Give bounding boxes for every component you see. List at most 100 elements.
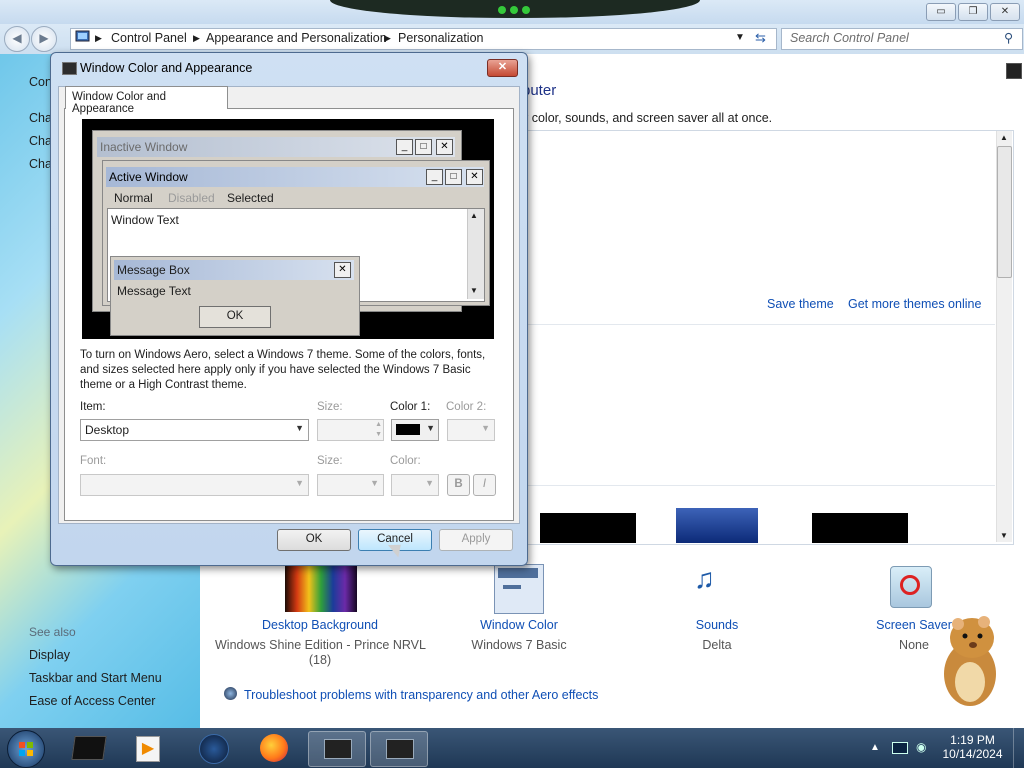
refresh-icon[interactable]: ⇆ (755, 30, 766, 46)
troubleshoot-icon (224, 687, 237, 700)
ok-button[interactable]: OK (277, 529, 351, 551)
window-color-icon[interactable] (494, 564, 544, 614)
divider (513, 324, 995, 325)
bold-toggle[interactable]: B (447, 474, 470, 496)
dropdown-arrow-icon: ▼ (481, 423, 490, 433)
font-label: Font: (80, 455, 107, 467)
troubleshoot-link[interactable]: Troubleshoot problems with transparency … (244, 688, 598, 702)
message-box-title: Message Box (117, 263, 190, 277)
tab-label: Window Color and Appearance (72, 91, 166, 115)
sounds-value: Delta (702, 638, 732, 652)
item-select[interactable]: Desktop ▼ (80, 419, 309, 441)
taskbar-media-player[interactable]: ▶ (120, 731, 176, 765)
dialog-close-button[interactable]: ✕ (487, 59, 518, 77)
desktop-background-icon[interactable] (285, 562, 357, 612)
window-text: Window Text (111, 213, 179, 227)
active-window-title: Active Window (109, 170, 188, 184)
search-icon[interactable]: ⚲ (1004, 30, 1013, 45)
hamster-mascot-image (932, 612, 1004, 708)
menu-disabled: Disabled (168, 191, 215, 205)
theme-list (512, 130, 1014, 545)
inactive-window-titlebar: Inactive Window _ □ ✕ (97, 137, 455, 157)
font-size-select[interactable]: ▼ (317, 474, 384, 496)
display-link[interactable]: Display (29, 648, 70, 662)
dropdown-arrow-icon: ▼ (425, 478, 434, 488)
dropdown-arrow-icon: ▼ (295, 478, 304, 488)
volume-icon[interactable]: ◉ (916, 740, 926, 754)
message-text: Message Text (117, 284, 191, 298)
address-dropdown-icon[interactable]: ▼ (735, 32, 745, 43)
scroll-down-icon[interactable]: ▼ (1000, 531, 1008, 540)
window-color-link[interactable]: Window Color (469, 618, 569, 632)
search-box[interactable]: Search Control Panel ⚲ (781, 28, 1023, 50)
taskbar-app-globe[interactable] (185, 731, 241, 765)
see-also-heading: See also (29, 625, 76, 639)
message-ok-button[interactable]: OK (199, 306, 271, 328)
left-pane-link[interactable]: Cha (29, 157, 52, 171)
start-button[interactable] (7, 730, 45, 768)
search-input[interactable]: Search Control Panel (790, 31, 909, 45)
item-label: Item: (80, 401, 106, 413)
taskbar-explorer-app[interactable] (61, 731, 117, 765)
maximize-icon: □ (445, 169, 462, 185)
taskbar-personalization-window[interactable] (308, 731, 366, 767)
taskbar-window-color-dialog[interactable] (370, 731, 428, 767)
sounds-link[interactable]: Sounds (677, 618, 757, 632)
scroll-up-icon[interactable]: ▲ (1000, 133, 1008, 142)
forward-button[interactable]: ▶ (31, 26, 57, 52)
left-pane-link[interactable]: Cha (29, 111, 52, 125)
back-button[interactable]: ◀ (4, 26, 30, 52)
color1-swatch (396, 424, 420, 435)
tab-window-color[interactable]: Window Color and Appearance (65, 86, 228, 115)
address-bar[interactable]: ▶ Control Panel ▶ Appearance and Persona… (70, 28, 777, 50)
divider (513, 485, 995, 486)
font-size-label: Size: (317, 455, 343, 467)
sounds-icon[interactable]: ♫ (694, 563, 715, 595)
clock-date: 10/14/2024 (942, 747, 1003, 761)
aero-info-text: To turn on Windows Aero, select a Window… (80, 349, 486, 391)
color2-picker[interactable]: ▼ (447, 419, 495, 441)
maximize-icon: □ (415, 139, 432, 155)
theme-thumbnail[interactable] (540, 513, 636, 543)
taskbar-clock[interactable]: 1:19 PM 10/14/2024 (935, 733, 1010, 761)
preview-scrollbar: ▲ ▼ (467, 209, 484, 299)
italic-toggle[interactable]: I (473, 474, 496, 496)
close-button[interactable]: ✕ (990, 3, 1020, 21)
left-pane-link[interactable]: Con (29, 75, 52, 89)
breadcrumb-personalization[interactable]: Personalization (398, 31, 483, 45)
screen-saver-icon[interactable] (890, 566, 932, 608)
theme-thumbnail[interactable] (812, 513, 908, 543)
scrollbar-thumb[interactable] (997, 146, 1012, 278)
taskbar-firefox[interactable] (246, 731, 302, 765)
inactive-window-title: Inactive Window (100, 140, 188, 154)
show-desktop-button[interactable] (1013, 728, 1024, 768)
left-pane-link[interactable]: Cha (29, 134, 52, 148)
save-theme-link[interactable]: Save theme (767, 297, 834, 311)
help-icon[interactable] (1006, 63, 1022, 79)
taskbar-start-menu-link[interactable]: Taskbar and Start Menu (29, 671, 162, 685)
message-box-titlebar: Message Box ✕ (114, 260, 354, 280)
font-color-label: Color: (390, 455, 421, 467)
breadcrumb-appearance[interactable]: Appearance and Personalization (206, 31, 387, 45)
minimize-button[interactable]: ▭ (926, 3, 956, 21)
apply-button[interactable]: Apply (439, 529, 513, 551)
font-select[interactable]: ▼ (80, 474, 309, 496)
green-dot-icon (510, 6, 518, 14)
size-spinner[interactable]: ▲ ▼ (317, 419, 384, 441)
get-more-themes-link[interactable]: Get more themes online (848, 297, 981, 311)
network-icon[interactable] (892, 742, 908, 754)
dialog-app-icon (62, 62, 77, 75)
color1-picker[interactable]: ▼ (391, 419, 439, 441)
menu-selected: Selected (227, 191, 274, 205)
font-color-picker[interactable]: ▼ (391, 474, 439, 496)
breadcrumb-control-panel[interactable]: Control Panel (111, 31, 187, 45)
dropdown-arrow-icon: ▼ (370, 478, 379, 488)
show-hidden-icons[interactable]: ▲ (870, 742, 880, 753)
desktop-background-link[interactable]: Desktop Background (250, 618, 390, 632)
theme-thumbnail[interactable] (676, 508, 758, 543)
menu-normal: Normal (114, 191, 153, 205)
close-icon: ✕ (334, 262, 351, 278)
ease-of-access-link[interactable]: Ease of Access Center (29, 694, 155, 708)
minimize-icon: _ (396, 139, 413, 155)
maximize-button[interactable]: ❐ (958, 3, 988, 21)
